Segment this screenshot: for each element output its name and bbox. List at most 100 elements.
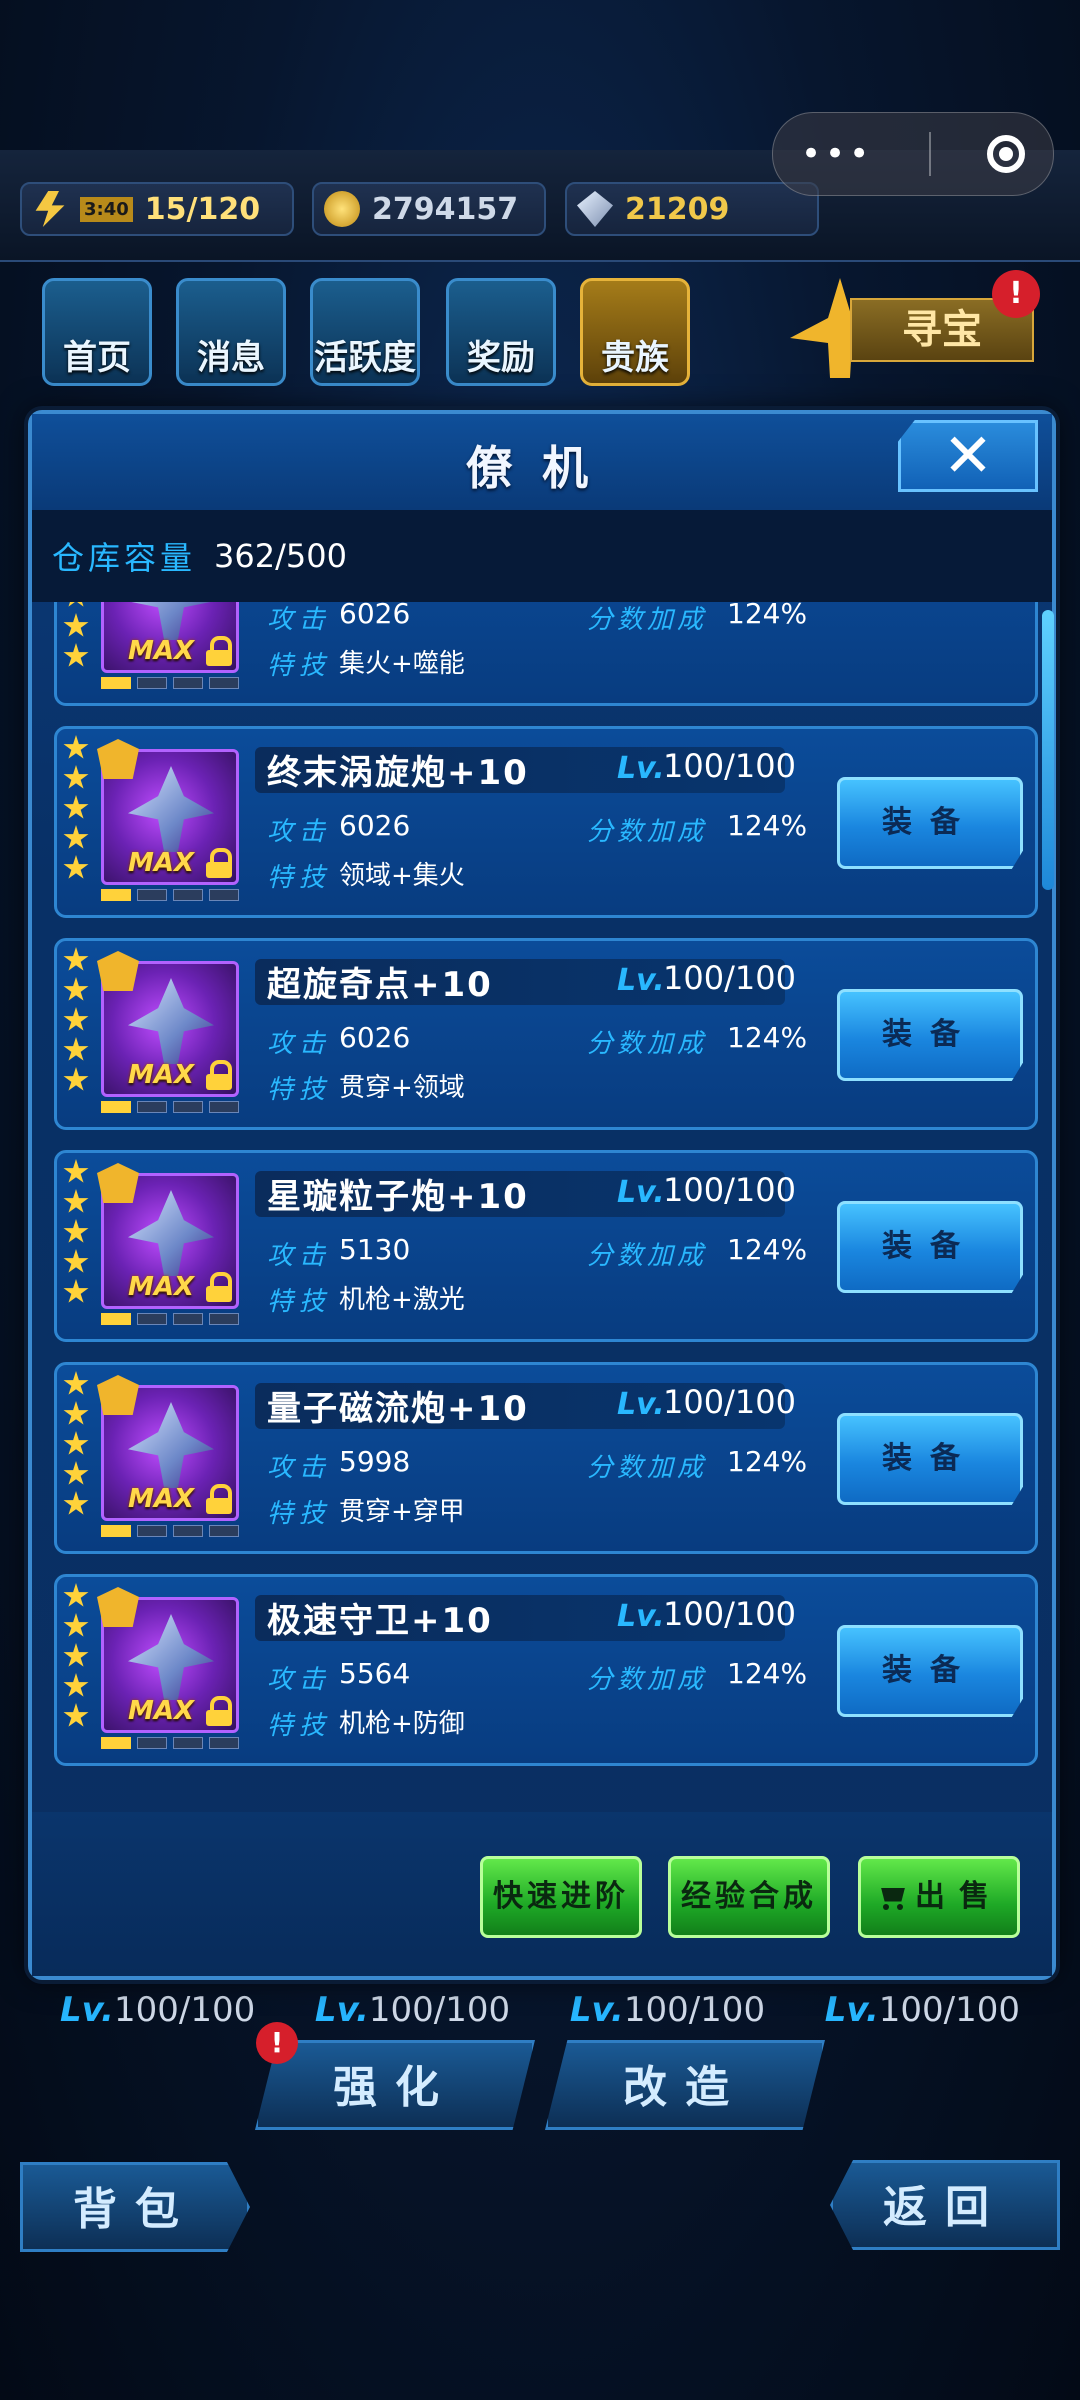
treasure-button[interactable]: 寻宝 ! [790, 270, 1040, 378]
upgrade-slot [209, 889, 239, 901]
back-button[interactable]: 返回 [830, 2160, 1060, 2250]
upgrade-slot [173, 1525, 203, 1537]
wingman-ship-icon [128, 1402, 214, 1488]
more-icon[interactable]: ••• [801, 134, 873, 174]
nav-noble-label: 贵族 [601, 338, 669, 378]
wingman-portrait[interactable]: MAX [101, 602, 239, 673]
upgrade-slot [137, 1101, 167, 1113]
lightning-icon [35, 191, 65, 227]
star-icon [63, 1673, 89, 1697]
wingman-card[interactable]: MAX 极速守卫+10 Lv. 100/100 攻击 5564 分数加成 124% 特技 机枪+防… [54, 1574, 1038, 1766]
nav-messages-label: 消息 [197, 338, 265, 378]
wingman-name: 终末涡旋炮+10 [267, 753, 529, 793]
score-bonus-value: 124% [727, 1445, 808, 1478]
wingman-modal: 僚机 ✕ 仓库容量 362/500 MAX已装备森明战士+10Lv.100/10… [28, 410, 1056, 1980]
skill-value: 机枪+防御 [339, 1709, 465, 1739]
close-button[interactable]: ✕ [898, 420, 1038, 492]
skill-value: 集火+噬能 [339, 649, 465, 679]
lock-icon [206, 848, 232, 878]
wingman-card[interactable]: MAX 超旋奇点+10 Lv. 100/100 攻击 6026 分数加成 124% 特技 贯穿+领… [54, 938, 1038, 1130]
level-readout-1: Lv.100/100 [60, 1990, 256, 2030]
diamond-icon [577, 191, 613, 227]
equip-button[interactable]: 装备 [837, 1201, 1023, 1293]
equip-button[interactable]: 装备 [837, 1625, 1023, 1717]
nav-home-button[interactable]: 首页 [42, 278, 152, 386]
quick-advance-button[interactable]: 快速进阶 [480, 1856, 642, 1938]
capacity-label: 仓库容量 [52, 539, 197, 577]
equip-button[interactable]: 装备 [837, 989, 1023, 1081]
level-value: 100/100 [663, 959, 796, 997]
equip-button[interactable]: 装备 [837, 777, 1023, 869]
lock-icon [206, 1272, 232, 1302]
attack-value: 5998 [339, 1445, 411, 1478]
star-rating [63, 947, 93, 1093]
upgrade-slot [101, 1101, 131, 1113]
attack-label: 攻击 [267, 1029, 332, 1059]
bag-button[interactable]: 背包 [20, 2162, 250, 2252]
star-icon [63, 1249, 89, 1273]
upgrade-slot [137, 1525, 167, 1537]
gold-counter[interactable]: 2794157 [312, 182, 546, 236]
attack-label: 攻击 [267, 605, 332, 635]
max-badge: MAX [128, 636, 195, 666]
wingman-list[interactable]: MAX已装备森明战士+10Lv.100/100攻击6026分数加成124%特技集… [42, 602, 1042, 1812]
upgrade-slot [209, 1525, 239, 1537]
score-bonus-value: 124% [727, 809, 808, 842]
star-icon [63, 613, 89, 637]
level-label: Lv. [617, 1387, 665, 1422]
star-icon [63, 855, 89, 879]
gold-value: 2794157 [372, 191, 519, 227]
sell-button[interactable]: 出售 [858, 1856, 1020, 1938]
star-icon [63, 1067, 89, 1091]
wingman-card[interactable]: MAX 星璇粒子炮+10 Lv. 100/100 攻击 5130 分数加成 124% 特技 机枪+… [54, 1150, 1038, 1342]
close-miniprogram-icon[interactable] [987, 135, 1026, 173]
enhance-badge: ! [256, 2022, 298, 2064]
miniprogram-capsule[interactable]: ••• [772, 112, 1054, 196]
gem-value: 21209 [625, 191, 730, 227]
level-value: 100/100 [663, 1383, 796, 1421]
list-scrollbar[interactable] [1042, 610, 1054, 1810]
star-icon [63, 643, 89, 667]
star-icon [63, 977, 89, 1001]
upgrade-slot [209, 1101, 239, 1113]
nav-rewards-button[interactable]: 奖励 [446, 278, 556, 386]
rank-emblem-icon [97, 951, 139, 991]
rank-emblem-icon [97, 1375, 139, 1415]
star-icon [63, 1643, 89, 1667]
star-icon [63, 1279, 89, 1303]
upgrade-slot [101, 889, 131, 901]
wingman-card[interactable]: MAX 量子磁流炮+10 Lv. 100/100 攻击 5998 分数加成 124% 特技 贯穿+… [54, 1362, 1038, 1554]
enhance-button[interactable]: 强化 [255, 2040, 535, 2130]
level-label: Lv. [617, 751, 665, 786]
wingman-card[interactable]: MAX已装备森明战士+10Lv.100/100攻击6026分数加成124%特技集… [54, 602, 1038, 706]
score-bonus-value: 124% [727, 1233, 808, 1266]
upgrade-slot [137, 889, 167, 901]
nav-noble-button[interactable]: 贵族 [580, 278, 690, 386]
skill-label: 特技 [267, 1075, 332, 1105]
star-icon [63, 1491, 89, 1515]
score-bonus-value: 124% [727, 1021, 808, 1054]
wingman-ship-icon [128, 602, 214, 640]
energy-counter[interactable]: 3:40 15/120 [20, 182, 294, 236]
lock-icon [206, 636, 232, 666]
upgrade-slot [209, 677, 239, 689]
star-icon [63, 1219, 89, 1243]
scrollbar-thumb[interactable] [1042, 610, 1054, 890]
modal-header: 僚机 ✕ [32, 414, 1052, 513]
modify-button[interactable]: 改造 [545, 2040, 825, 2130]
star-icon [63, 795, 89, 819]
wingman-ship-icon [128, 1614, 214, 1700]
equip-button[interactable]: 装备 [837, 1413, 1023, 1505]
star-icon [63, 765, 89, 789]
gem-counter[interactable]: 21209 [565, 182, 819, 236]
upgrade-slots [101, 1313, 239, 1325]
upgrade-slots [101, 1101, 239, 1113]
nav-activity-button[interactable]: 活跃度 [310, 278, 420, 386]
wingman-card[interactable]: MAX 终末涡旋炮+10 Lv. 100/100 攻击 6026 分数加成 124% 特技 领域+… [54, 726, 1038, 918]
exp-combine-button[interactable]: 经验合成 [668, 1856, 830, 1938]
attack-label: 攻击 [267, 1241, 332, 1271]
star-icon [63, 825, 89, 849]
nav-messages-button[interactable]: 消息 [176, 278, 286, 386]
nav-rewards-label: 奖励 [467, 338, 535, 378]
star-icon [63, 1431, 89, 1455]
